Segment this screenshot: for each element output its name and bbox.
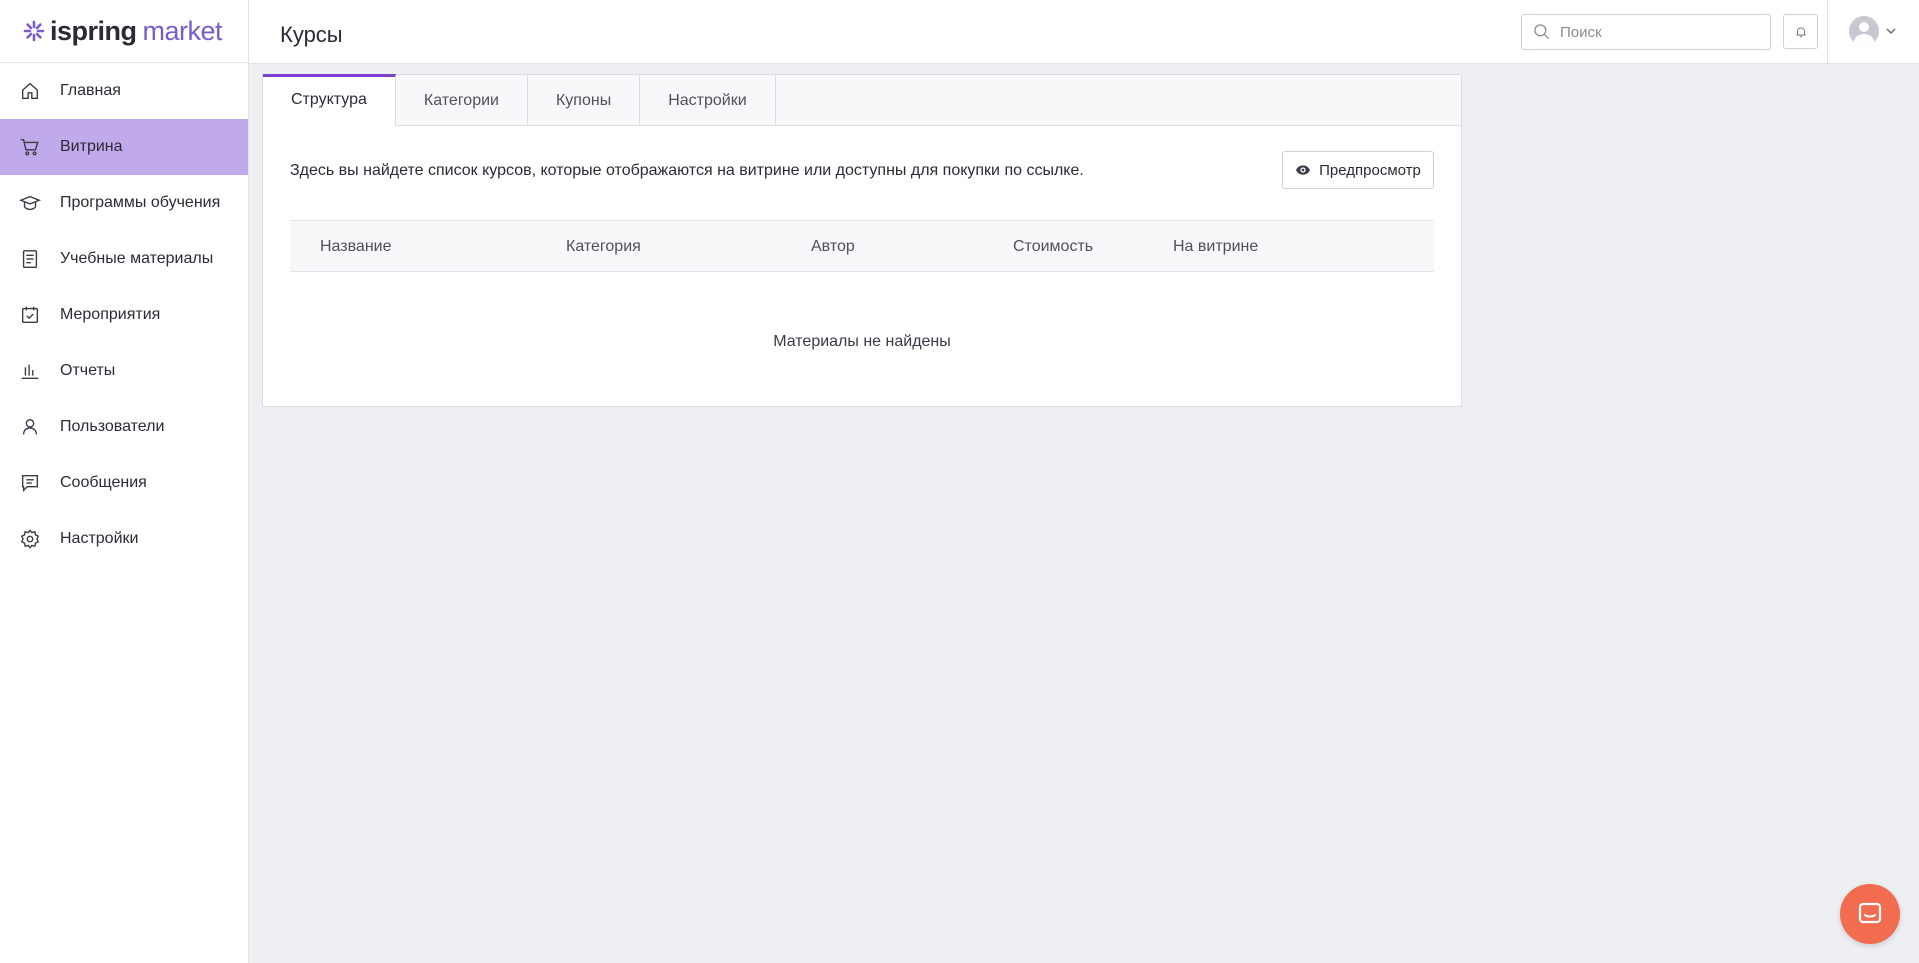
sidebar-item-home[interactable]: Главная (0, 63, 248, 119)
notifications-button[interactable] (1783, 14, 1818, 49)
user-menu[interactable] (1849, 14, 1897, 48)
sidebar: ispring market Главная Витрина Программы … (0, 0, 249, 963)
search-box[interactable] (1521, 14, 1771, 50)
sidebar-item-label: Витрина (60, 138, 123, 155)
table-header: Название Категория Автор Стоимость На ви… (290, 220, 1434, 272)
sidebar-item-reports[interactable]: Отчеты (0, 343, 248, 399)
brand-name-ispring: ispring (50, 15, 137, 46)
sidebar-item-label: Главная (60, 82, 121, 99)
home-icon (19, 80, 41, 102)
sidebar-nav: Главная Витрина Программы обучения Учебн… (0, 63, 248, 567)
bar-chart-icon (19, 360, 41, 382)
column-header-category[interactable]: Категория (566, 238, 641, 256)
preview-button[interactable]: Предпросмотр (1282, 151, 1434, 189)
bell-icon (1795, 26, 1806, 37)
header-divider (1827, 0, 1828, 64)
tab-categories[interactable]: Категории (396, 75, 528, 126)
top-bar: Курсы (249, 0, 1919, 64)
calendar-check-icon (19, 304, 41, 326)
sidebar-item-label: Учебные материалы (60, 250, 214, 267)
tab-coupons[interactable]: Купоны (528, 75, 641, 126)
empty-state-text: Материалы не найдены (773, 333, 951, 350)
tab-structure[interactable]: Структура (263, 74, 396, 126)
sidebar-item-programs[interactable]: Программы обучения (0, 175, 248, 231)
sidebar-item-label: Сообщения (60, 474, 147, 491)
sidebar-item-label: Мероприятия (60, 306, 161, 323)
gear-icon (19, 528, 41, 550)
sidebar-item-label: Пользователи (60, 418, 165, 435)
graduation-cap-icon (19, 192, 41, 214)
brand-name-market: market (142, 15, 223, 46)
column-header-author[interactable]: Автор (811, 238, 855, 256)
column-header-name[interactable]: Название (320, 238, 392, 256)
sidebar-item-events[interactable]: Мероприятия (0, 287, 248, 343)
sidebar-item-settings[interactable]: Настройки (0, 511, 248, 567)
sidebar-item-label: Программы обучения (60, 194, 221, 211)
column-header-price[interactable]: Стоимость (1013, 238, 1093, 256)
sidebar-item-users[interactable]: Пользователи (0, 399, 248, 455)
tab-bar: Структура Категории Купоны Настройки (263, 74, 1461, 126)
document-icon (19, 248, 41, 270)
search-input[interactable] (1560, 23, 1760, 41)
user-icon (19, 416, 41, 438)
search-icon (1534, 24, 1550, 40)
intro-text: Здесь вы найдете список курсов, которые … (290, 162, 1084, 179)
courses-panel: Структура Категории Купоны Настройки Зде… (262, 74, 1462, 407)
brand-logo[interactable]: ispring market (0, 0, 248, 63)
chat-widget-button[interactable] (1840, 884, 1900, 944)
sidebar-item-label: Настройки (60, 530, 139, 547)
message-icon (19, 472, 41, 494)
sidebar-item-messages[interactable]: Сообщения (0, 455, 248, 511)
chat-icon (1858, 902, 1882, 924)
sidebar-item-storefront[interactable]: Витрина (0, 119, 248, 175)
page-title: Курсы (280, 22, 343, 47)
sidebar-item-materials[interactable]: Учебные материалы (0, 231, 248, 287)
preview-button-label: Предпросмотр (1319, 161, 1421, 179)
avatar[interactable] (1849, 16, 1879, 46)
tab-settings[interactable]: Настройки (640, 75, 776, 126)
spark-logo-icon (23, 20, 45, 42)
cart-icon (19, 136, 41, 158)
sidebar-item-label: Отчеты (60, 362, 116, 379)
eye-icon (1296, 165, 1311, 175)
chevron-down-icon (1886, 28, 1896, 35)
column-header-on-storefront[interactable]: На витрине (1173, 238, 1258, 256)
